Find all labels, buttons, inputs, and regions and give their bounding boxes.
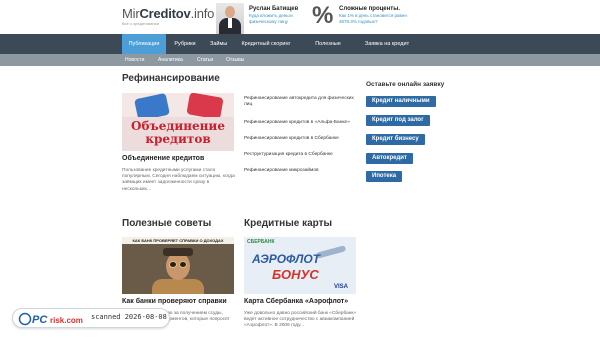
logo-suffix: .info xyxy=(190,6,215,21)
featured-article-desc: Пользование кредитными услугами стало по… xyxy=(122,168,235,192)
sidebar-title: Оставьте онлайн заявку xyxy=(366,81,445,88)
cards-article-title[interactable]: Карта Сбербанка «Аэрофлот» xyxy=(244,298,348,305)
watermark-text: scanned 2026-08-08 xyxy=(91,313,167,321)
pcrisk-logo-icon: PC risk.com xyxy=(18,312,83,326)
card-image-bank: СБЕРБАНК xyxy=(247,239,275,245)
section-title-cards: Кредитные карты xyxy=(244,218,333,229)
svg-text:PC: PC xyxy=(32,314,48,326)
nav-item-scoring[interactable]: Кредитный скоринг xyxy=(235,34,297,54)
plane-icon xyxy=(315,245,347,259)
puzzle-piece-right xyxy=(186,93,224,120)
author-photo[interactable] xyxy=(216,3,244,34)
card-image-brand: VISA xyxy=(334,284,349,290)
card-image-word-1: АЭРОФЛОТ xyxy=(252,252,321,266)
secured-loan-button[interactable]: Кредит под залог xyxy=(366,115,430,126)
svg-text:risk.com: risk.com xyxy=(50,316,83,325)
auto-loan-button[interactable]: Автокредит xyxy=(366,153,413,164)
business-loan-button[interactable]: Кредит бизнесу xyxy=(366,134,425,145)
promo-title-compound: Сложные проценты. xyxy=(339,6,400,12)
subnav-item-articles[interactable]: Статьи xyxy=(197,54,213,66)
refinancing-link[interactable]: Рефинансирование кредитов в Сбербанке xyxy=(244,136,354,142)
cards-article-image[interactable]: СБЕРБАНК АЭРОФЛОТ БОНУС VISA xyxy=(244,237,356,294)
refinancing-link[interactable]: Реструктуризация кредита в Сбербанке xyxy=(244,152,354,158)
card-image-word-2: БОНУС xyxy=(272,267,319,282)
page: MirCreditov.info Все о кредитовании Русл… xyxy=(0,0,600,338)
site-logo[interactable]: MirCreditov.info xyxy=(122,6,214,21)
logo-bold: Creditov xyxy=(139,6,191,21)
nav-item-loans[interactable]: Займы xyxy=(204,34,232,54)
subnav-item-news[interactable]: Новости xyxy=(125,54,144,66)
subnav-item-reviews[interactable]: Отзывы xyxy=(226,54,244,66)
main-nav: Публикации Рубрики Займы Кредитный скори… xyxy=(0,34,600,68)
tips-article-image[interactable]: КАК БАНК ПРОВЕРЯЕТ СПРАВКИ О ДОХОДАХ xyxy=(122,237,234,294)
percent-icon: % xyxy=(312,2,334,29)
featured-image[interactable]: Объединение кредитов xyxy=(122,93,234,151)
promo-link-compound[interactable]: Как 1% в день становится равен 3678.3% г… xyxy=(339,13,419,24)
featured-image-text-1: Объединение xyxy=(131,119,225,133)
section-title-refinancing: Рефинансирование xyxy=(122,73,220,84)
nav-item-tips[interactable]: Полезные советы xyxy=(300,34,356,68)
sub-nav: Новости Аналитика Статьи Отзывы xyxy=(0,54,600,66)
nav-item-publications[interactable]: Публикации xyxy=(122,34,166,54)
nav-item-rubrics[interactable]: Рубрики xyxy=(168,34,202,54)
tips-image-caption: КАК БАНК ПРОВЕРЯЕТ СПРАВКИ О ДОХОДАХ xyxy=(122,237,234,244)
tips-article-title[interactable]: Как банки проверяют справки xyxy=(122,298,227,305)
nav-item-application[interactable]: Заявка на кредит xyxy=(358,34,416,54)
refinancing-link[interactable]: Рефинансирование автокредита для физичес… xyxy=(244,96,354,108)
promo-link-invest[interactable]: Куда вложить деньги физическому лицу xyxy=(249,13,307,24)
cash-loan-button[interactable]: Кредит наличными xyxy=(366,96,436,107)
refinancing-link[interactable]: Рефинансирование кредитов в «Альфа-Банке… xyxy=(244,120,354,126)
mortgage-button[interactable]: Ипотека xyxy=(366,171,403,182)
logo-tagline: Все о кредитовании xyxy=(122,21,160,26)
section-title-tips: Полезные советы xyxy=(122,218,212,229)
refinancing-link[interactable]: Рефинансирование микрозаймов xyxy=(244,168,354,174)
subnav-item-analytics[interactable]: Аналитика xyxy=(158,54,183,66)
featured-image-text-2: кредитов xyxy=(145,132,211,146)
site-header: MirCreditov.info Все о кредитовании Русл… xyxy=(0,0,600,34)
featured-article-title[interactable]: Объединение кредитов xyxy=(122,155,204,162)
logo-prefix: Mir xyxy=(122,6,140,21)
watermark-badge: PC risk.com scanned 2026-08-08 xyxy=(12,308,170,328)
promo-author-name: Руслан Батищев xyxy=(249,6,299,12)
cards-article-desc: Уже довольно давно российский банк «Сбер… xyxy=(244,311,357,329)
